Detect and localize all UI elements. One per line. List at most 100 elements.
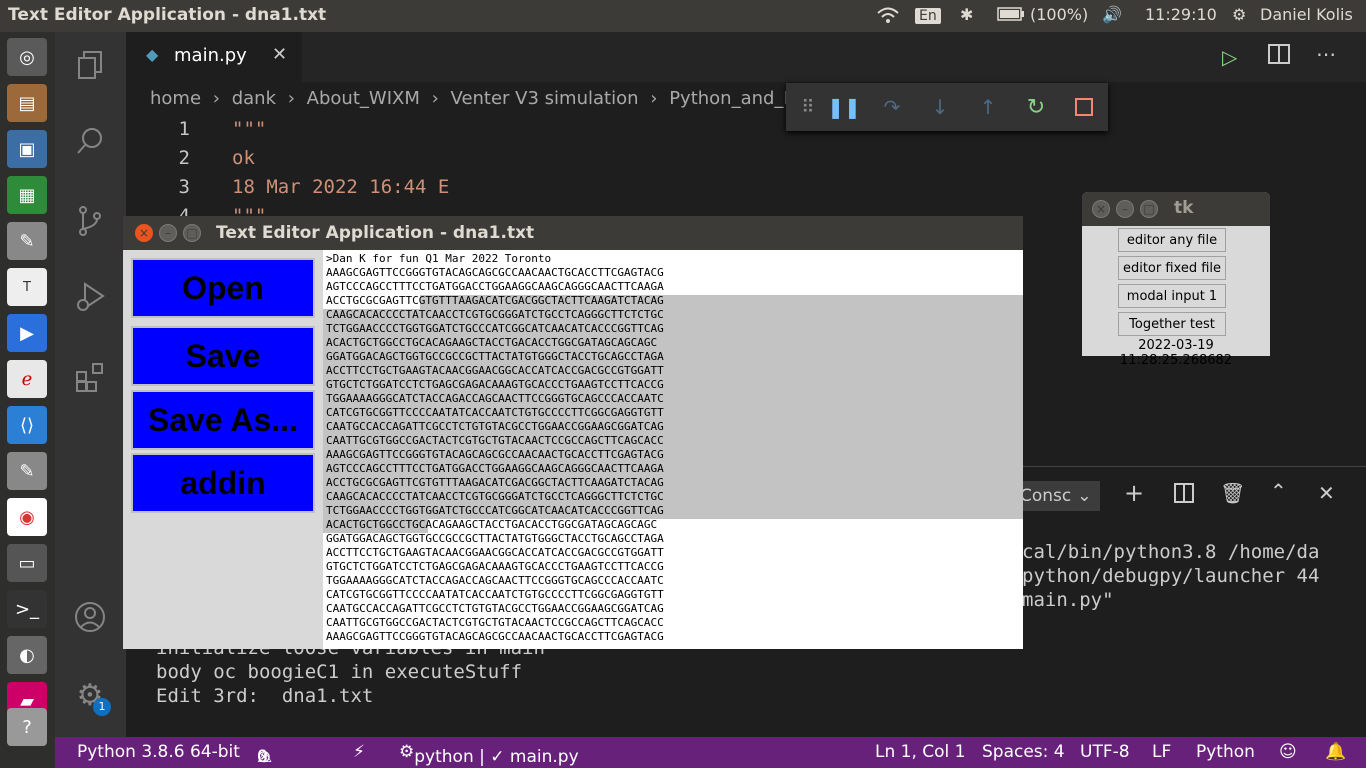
text-line[interactable]: CAATGCCACCAGATTCGCCTCTGTGTACGCCTGGAACCGG… xyxy=(326,420,664,434)
close-panel-icon[interactable]: ✕ xyxy=(1318,481,1335,505)
minimize-icon[interactable]: – xyxy=(1116,200,1134,218)
text-line[interactable]: TGGAAAAGGGCATCTACCAGACCAGCAACTTCCGGGTGCA… xyxy=(326,574,664,588)
terminal-select[interactable]: Consc ⌄ xyxy=(1016,481,1100,511)
text-line[interactable]: ACCTTCCTGCTGAAGTACAACGGAACGGCACCATCACCGA… xyxy=(326,546,664,560)
text-line[interactable]: CAAGCACACCCCTATCAACCTCGTGCGGGATCTGCCTCAG… xyxy=(326,308,664,322)
maximize-icon[interactable]: □ xyxy=(183,224,201,242)
addin-button[interactable]: addin xyxy=(131,453,315,513)
cursor-position[interactable]: Ln 1, Col 1 xyxy=(875,742,966,762)
media-player-icon[interactable]: ▶ xyxy=(7,314,47,352)
editor-titlebar[interactable]: × – □ Text Editor Application - dna1.txt xyxy=(123,216,1023,250)
text-line[interactable]: CAATTGCGTGGCCGACTACTCGTGCTGTACAACTCCGCCA… xyxy=(326,616,664,630)
tab-main-py[interactable]: ◆ main.py ✕ xyxy=(126,32,302,82)
text-area[interactable]: >Dan K for fun Q1 Mar 2022 Toronto AAAGCG… xyxy=(323,250,1023,649)
step-out-icon[interactable]: ↑ xyxy=(974,93,1002,121)
ubuntu-dash-icon[interactable]: ◎ xyxy=(7,38,47,76)
text-line[interactable]: ACCTGCGCGAGTTCGTGTTTAAGACATCGACGGCTACTTC… xyxy=(326,294,664,308)
text-line[interactable]: TCTGGAACCCCTGGTGGATCTGCCCATCGGCATCAACATC… xyxy=(326,504,664,518)
text-line[interactable]: ACACTGCTGGCCTGCACAGAAGCTACCTGACACCTGGCGA… xyxy=(326,336,657,350)
language-mode[interactable]: Python xyxy=(1196,742,1255,762)
volume-icon[interactable]: 🔊 xyxy=(1102,5,1122,24)
drag-handle-icon[interactable]: ⠿ xyxy=(794,93,822,121)
text-line[interactable]: CAAGCACACCCCTATCAACCTCGTGCGGGATCTGCCTCAG… xyxy=(326,490,664,504)
text-line[interactable]: CATCGTGCGGTTCCCCAATATCACCAATCTGTGCCCCTTC… xyxy=(326,588,664,602)
text-line[interactable]: GGATGGACAGCTGGTGCCGCCGCTTACTATGTGGGCTACC… xyxy=(326,532,664,546)
encoding[interactable]: UTF-8 xyxy=(1080,742,1130,762)
together-test-button[interactable]: Together test xyxy=(1118,312,1226,336)
text-line[interactable]: GTGCTCTGGATCCTCTGAGCGAGACAAAGTGCACCCTGAA… xyxy=(326,378,664,392)
step-over-icon[interactable]: ↷ xyxy=(878,93,906,121)
text-line[interactable]: AAAGCGAGTTCCGGGTGTACAGCAGCGCCAACAACTGCAC… xyxy=(326,448,664,462)
maximize-icon[interactable]: □ xyxy=(1140,200,1158,218)
source-control-icon[interactable] xyxy=(67,198,113,244)
manage-gear-icon[interactable]: ⚙ 1 xyxy=(67,672,113,718)
save-button[interactable]: Save xyxy=(131,326,315,386)
text-line[interactable]: AGTCCCAGCCTTTCCTGATGGACCTGGAAGGCAAGCAGGG… xyxy=(326,462,664,476)
clock[interactable]: 11:29:10 xyxy=(1145,5,1217,24)
step-into-icon[interactable]: ↓ xyxy=(926,93,954,121)
debug-person-icon[interactable]: ⚡ xyxy=(353,742,365,762)
text-line[interactable]: AGTCCCAGCCTTTCCTGATGGACCTGGAAGGCAAGCAGGG… xyxy=(326,280,664,294)
wifi-icon[interactable] xyxy=(876,5,900,29)
extensions-icon[interactable] xyxy=(67,354,113,400)
text-line[interactable]: ACACTGCTGGCCTGCACAGAAGCTACCTGACACCTGGCGA… xyxy=(326,518,657,532)
text-line[interactable]: GGATGGACAGCTGGTGCCGCCGCTTACTATGTGGGCTACC… xyxy=(326,350,664,364)
python-interpreter[interactable]: Python 3.8.6 64-bit xyxy=(77,742,240,762)
tex-icon[interactable]: T xyxy=(7,268,47,306)
text-line[interactable]: AAAGCGAGTTCCGGGTGTACAGCAGCGCCAACAACTGCAC… xyxy=(326,630,664,644)
code-line[interactable]: """ xyxy=(232,118,266,140)
keyboard-indicator[interactable]: En xyxy=(915,5,941,24)
help-icon[interactable]: ? xyxy=(7,708,47,746)
gear-icon[interactable]: ⚙ xyxy=(1232,5,1246,24)
editor-any-file-button[interactable]: editor any file xyxy=(1118,228,1226,252)
text-line[interactable]: AAAGCGAGTTCCGGGTGTACAGCAGCGCCAACAACTGCAC… xyxy=(326,266,664,280)
terminal-icon[interactable]: >_ xyxy=(7,590,47,628)
close-icon[interactable]: ✕ xyxy=(272,44,287,65)
line-ending[interactable]: LF xyxy=(1152,742,1171,762)
open-button[interactable]: Open xyxy=(131,258,315,318)
breadcrumb-item[interactable]: dank xyxy=(232,88,276,109)
notes-icon[interactable]: ✎ xyxy=(7,452,47,490)
modal-input-button[interactable]: modal input 1 xyxy=(1118,284,1226,308)
document-viewer-icon[interactable]: ▣ xyxy=(7,130,47,168)
bluetooth-icon[interactable]: ✱ xyxy=(960,5,973,24)
user-name[interactable]: Daniel Kolis xyxy=(1260,5,1353,24)
trash-icon[interactable]: 🗑 xyxy=(1220,481,1245,505)
text-line[interactable]: ACCTGCGCGAGTTCGTGTTTAAGACATCGACGGCTACTTC… xyxy=(326,476,664,490)
text-line[interactable]: TCTGGAACCCCTGGTGGATCTGCCCATCGGCATCAACATC… xyxy=(326,322,664,336)
pause-icon[interactable]: ❚❚ xyxy=(827,93,861,121)
new-terminal-icon[interactable]: + xyxy=(1124,479,1144,507)
text-line[interactable]: CATCGTGCGGTTCCCCAATATCACCAATCTGTGCCCCTTC… xyxy=(326,406,664,420)
breadcrumb-item[interactable]: About_WIXM xyxy=(307,88,420,109)
text-line[interactable]: GTGCTCTGGATCCTCTGAGCGAGACAAAGTGCACCCTGAA… xyxy=(326,560,664,574)
pdf-viewer-icon[interactable]: ℯ xyxy=(7,360,47,398)
maximize-panel-icon[interactable]: ⌃ xyxy=(1270,479,1287,503)
breadcrumb-item[interactable]: home xyxy=(150,88,201,109)
close-icon[interactable]: × xyxy=(1092,200,1110,218)
run-debug-icon[interactable] xyxy=(67,274,113,320)
split-editor-icon[interactable] xyxy=(1268,44,1290,68)
files-icon[interactable]: ▤ xyxy=(7,84,47,122)
close-icon[interactable]: × xyxy=(135,224,153,242)
search-icon[interactable] xyxy=(67,118,113,164)
explorer-icon[interactable] xyxy=(67,42,113,88)
spreadsheet-icon[interactable]: ▦ xyxy=(7,176,47,214)
text-editor-icon[interactable]: ✎ xyxy=(7,222,47,260)
code-line[interactable]: ok xyxy=(232,147,255,169)
editor-fixed-file-button[interactable]: editor fixed file xyxy=(1118,256,1226,280)
tk-titlebar[interactable]: × – □ tk xyxy=(1082,192,1270,226)
text-line[interactable]: ACCTTCCTGCTGAAGTACAACGGAACGGCACCATCACCGA… xyxy=(326,364,664,378)
more-actions-icon[interactable]: ⋯ xyxy=(1316,42,1336,66)
run-icon[interactable]: ▷ xyxy=(1222,45,1237,69)
restart-icon[interactable]: ↻ xyxy=(1022,93,1050,121)
text-line[interactable]: CAATGCCACCAGATTCGCCTCTGTGTACGCCTGGAACCGG… xyxy=(326,602,664,616)
text-line[interactable]: CAATTGCGTGGCCGACTACTCGTGCTGTACAACTCCGCCA… xyxy=(326,434,664,448)
software-icon[interactable]: ◐ xyxy=(7,636,47,674)
chrome-icon[interactable]: ◉ xyxy=(7,498,47,536)
vscode-icon[interactable]: ⟨⟩ xyxy=(7,406,47,444)
feedback-icon[interactable]: ☺ xyxy=(1279,742,1297,762)
stop-icon[interactable] xyxy=(1070,93,1098,121)
breadcrumb-item[interactable]: Venter V3 simulation xyxy=(451,88,639,109)
minimize-icon[interactable]: – xyxy=(159,224,177,242)
bell-icon[interactable]: 🔔 xyxy=(1325,742,1346,762)
